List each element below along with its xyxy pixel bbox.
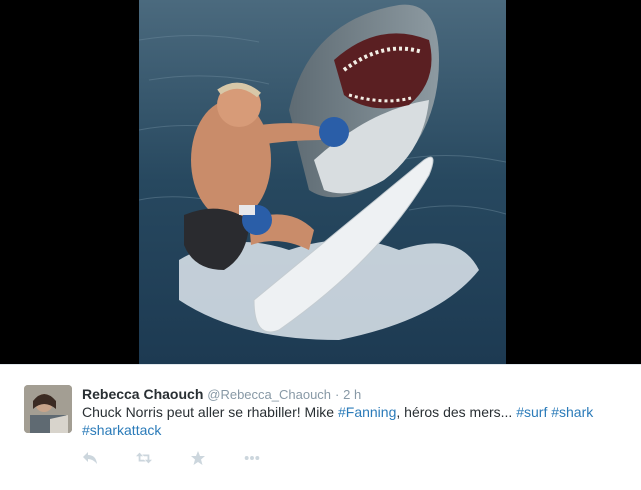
photo-illustration	[139, 0, 506, 364]
tweet-text-segment: , héros des mers...	[396, 404, 517, 420]
retweet-icon	[136, 452, 152, 464]
reply-button[interactable]	[82, 450, 98, 466]
tweet-actions	[82, 450, 298, 466]
tweet-media-frame[interactable]	[0, 0, 641, 364]
tweet-text: Chuck Norris peut aller se rhabiller! Mi…	[82, 403, 622, 439]
avatar-image	[24, 385, 72, 433]
author-fullname[interactable]: Rebecca Chaouch	[82, 386, 203, 402]
star-icon	[191, 451, 205, 465]
favorite-button[interactable]	[190, 450, 206, 466]
hashtag-sharkattack[interactable]: #sharkattack	[82, 422, 161, 438]
author-username[interactable]: @Rebecca_Chaouch	[207, 387, 331, 402]
more-icon	[244, 456, 260, 460]
avatar[interactable]	[24, 385, 72, 433]
tweet-text-segment: Chuck Norris peut aller se rhabiller! Mi…	[82, 404, 338, 420]
header-separator: ·	[334, 387, 340, 402]
hashtag-fanning[interactable]: #Fanning	[338, 404, 396, 420]
tweet-photo[interactable]	[139, 0, 506, 364]
more-button[interactable]	[244, 450, 260, 466]
tweet-header: Rebecca Chaouch @Rebecca_Chaouch · 2 h	[82, 385, 361, 404]
hashtag-surf[interactable]: #surf	[516, 404, 547, 420]
reply-icon	[83, 452, 97, 464]
retweet-button[interactable]	[136, 450, 152, 466]
hashtag-shark[interactable]: #shark	[551, 404, 593, 420]
tweet-timestamp[interactable]: 2 h	[343, 387, 361, 402]
